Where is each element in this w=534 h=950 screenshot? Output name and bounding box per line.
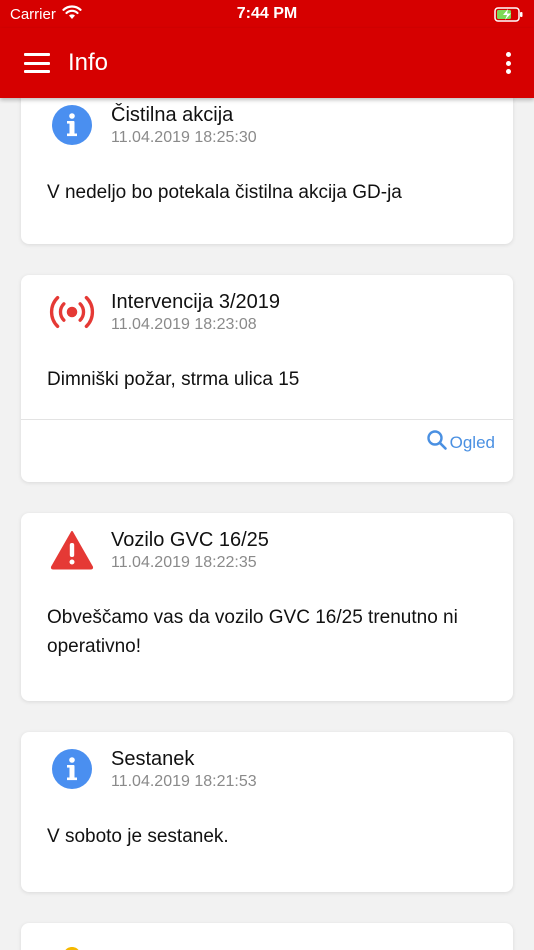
info-card[interactable]: Čistilna akcija 11.04.2019 18:25:30 V ne… bbox=[21, 98, 513, 244]
more-options-icon[interactable] bbox=[500, 50, 516, 76]
broadcast-icon bbox=[49, 289, 95, 335]
ogled-button[interactable]: Ogled bbox=[426, 429, 495, 456]
vehicle-card[interactable]: Vozilo GVC 16/25 11.04.2019 18:22:35 Obv… bbox=[21, 513, 513, 701]
card-date: 11.04.2019 18:25:30 bbox=[111, 129, 257, 146]
card-title: Vozilo GVC 16/25 bbox=[111, 529, 269, 551]
wifi-icon bbox=[62, 4, 82, 24]
card-title: Intervencija 3/2019 bbox=[111, 291, 281, 313]
card-body: Dimniški požar, strma ulica 15 bbox=[47, 369, 300, 390]
card-body: Obveščamo vas da vozilo GVC 16/25 trenut… bbox=[47, 607, 458, 657]
search-icon bbox=[426, 429, 448, 456]
app-bar: Info bbox=[0, 28, 534, 98]
warning-icon bbox=[49, 527, 95, 573]
ogled-label: Ogled bbox=[449, 432, 495, 452]
info-icon bbox=[49, 746, 95, 792]
bell-icon bbox=[49, 941, 95, 950]
page-title: Info bbox=[68, 49, 109, 76]
card-date: 11.04.2019 18:21:53 bbox=[111, 773, 257, 790]
card-date: 11.04.2019 18:22:35 bbox=[111, 554, 257, 571]
info-feed[interactable]: Čistilna akcija 11.04.2019 18:25:30 V ne… bbox=[0, 98, 534, 950]
card-footer: Ogled bbox=[21, 419, 513, 465]
card-body: V soboto je sestanek. bbox=[47, 826, 229, 847]
hamburger-menu-icon[interactable] bbox=[24, 53, 50, 73]
card-title: Čistilna akcija bbox=[111, 104, 234, 126]
info-icon bbox=[49, 102, 95, 148]
battery-charging-icon bbox=[494, 6, 524, 22]
carrier-label: Carrier bbox=[10, 5, 56, 23]
card-body: V nedeljo bo potekala čistilna akcija GD… bbox=[47, 182, 402, 203]
card-title: Sestanek bbox=[111, 748, 195, 770]
intervention-card[interactable]: Intervencija 3/2019 11.04.2019 18:23:08 … bbox=[21, 275, 513, 482]
notification-card[interactable] bbox=[21, 923, 513, 950]
status-bar: Carrier 7:44 PM bbox=[0, 0, 534, 28]
card-date: 11.04.2019 18:23:08 bbox=[111, 316, 257, 333]
meeting-card[interactable]: Sestanek 11.04.2019 18:21:53 V soboto je… bbox=[21, 732, 513, 892]
